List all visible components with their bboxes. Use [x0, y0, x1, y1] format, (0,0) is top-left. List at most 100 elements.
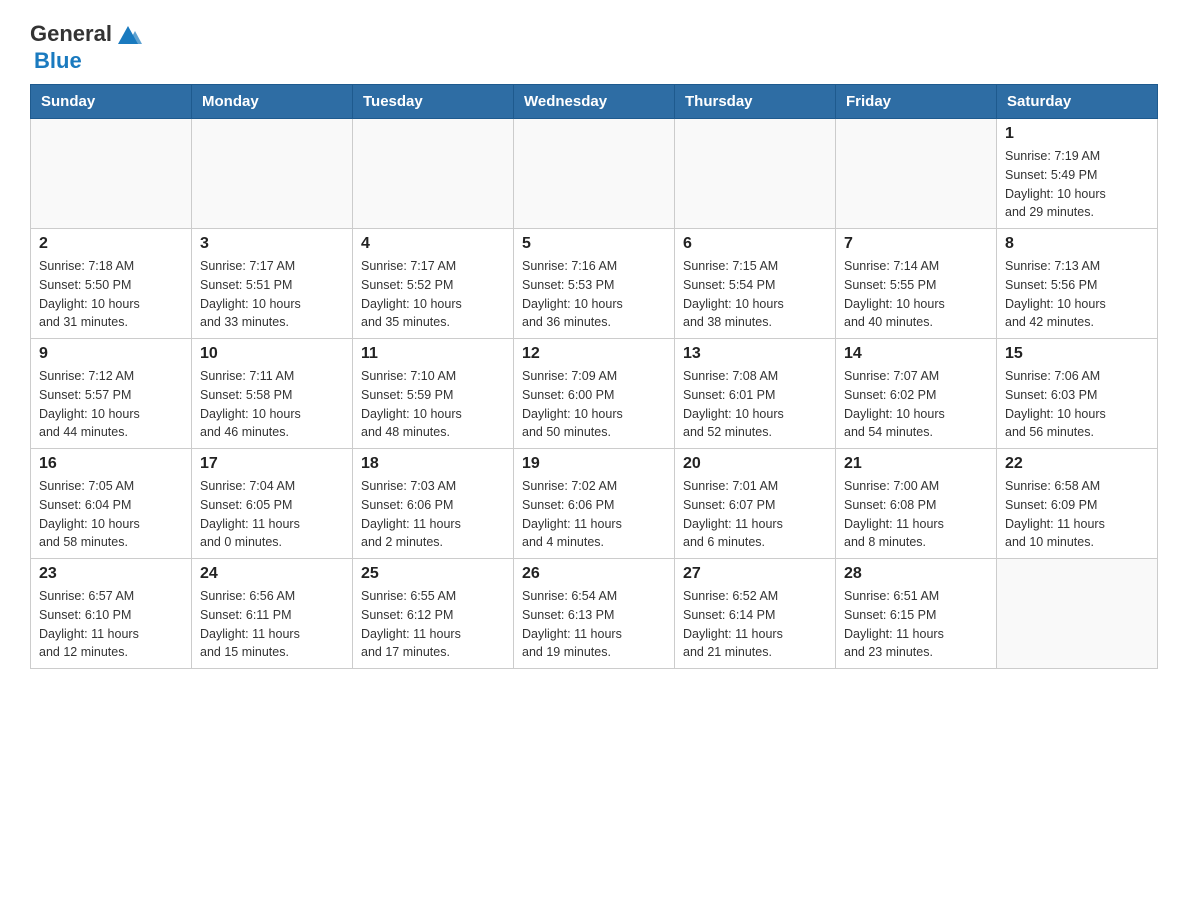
day-info: Sunrise: 6:58 AMSunset: 6:09 PMDaylight:… — [1005, 477, 1149, 552]
day-info: Sunrise: 6:57 AMSunset: 6:10 PMDaylight:… — [39, 587, 183, 662]
day-info: Sunrise: 7:02 AMSunset: 6:06 PMDaylight:… — [522, 477, 666, 552]
day-info: Sunrise: 7:11 AMSunset: 5:58 PMDaylight:… — [200, 367, 344, 442]
day-number: 6 — [683, 235, 827, 253]
week-row-4: 16 Sunrise: 7:05 AMSunset: 6:04 PMDayligh… — [31, 449, 1158, 559]
day-number: 7 — [844, 235, 988, 253]
day-info: Sunrise: 7:15 AMSunset: 5:54 PMDaylight:… — [683, 257, 827, 332]
day-info: Sunrise: 7:08 AMSunset: 6:01 PMDaylight:… — [683, 367, 827, 442]
day-info: Sunrise: 7:03 AMSunset: 6:06 PMDaylight:… — [361, 477, 505, 552]
calendar-cell — [997, 559, 1158, 669]
logo: General Blue — [30, 20, 142, 74]
calendar-cell: 27 Sunrise: 6:52 AMSunset: 6:14 PMDayligh… — [675, 559, 836, 669]
calendar-cell: 8 Sunrise: 7:13 AMSunset: 5:56 PMDaylight… — [997, 229, 1158, 339]
day-number: 1 — [1005, 125, 1149, 143]
day-info: Sunrise: 7:06 AMSunset: 6:03 PMDaylight:… — [1005, 367, 1149, 442]
day-info: Sunrise: 7:18 AMSunset: 5:50 PMDaylight:… — [39, 257, 183, 332]
day-info: Sunrise: 6:52 AMSunset: 6:14 PMDaylight:… — [683, 587, 827, 662]
week-row-2: 2 Sunrise: 7:18 AMSunset: 5:50 PMDaylight… — [31, 229, 1158, 339]
week-row-5: 23 Sunrise: 6:57 AMSunset: 6:10 PMDayligh… — [31, 559, 1158, 669]
calendar-cell: 21Sunrise: 7:00 AMSunset: 6:08 PMDayligh… — [836, 449, 997, 559]
day-info: Sunrise: 6:54 AMSunset: 6:13 PMDaylight:… — [522, 587, 666, 662]
day-info: Sunrise: 7:17 AMSunset: 5:51 PMDaylight:… — [200, 257, 344, 332]
day-number: 27 — [683, 565, 827, 583]
calendar-cell: 2 Sunrise: 7:18 AMSunset: 5:50 PMDaylight… — [31, 229, 192, 339]
day-info: Sunrise: 7:10 AMSunset: 5:59 PMDaylight:… — [361, 367, 505, 442]
day-number: 17 — [200, 455, 344, 473]
day-number: 2 — [39, 235, 183, 253]
calendar-cell: 12 Sunrise: 7:09 AMSunset: 6:00 PMDayligh… — [514, 339, 675, 449]
header-thursday: Thursday — [675, 85, 836, 119]
day-info: Sunrise: 7:14 AMSunset: 5:55 PMDaylight:… — [844, 257, 988, 332]
day-number: 12 — [522, 345, 666, 363]
header-wednesday: Wednesday — [514, 85, 675, 119]
logo-icon — [114, 20, 142, 48]
calendar-cell: 1Sunrise: 7:19 AMSunset: 5:49 PMDaylight… — [997, 119, 1158, 229]
calendar-cell: 4 Sunrise: 7:17 AMSunset: 5:52 PMDaylight… — [353, 229, 514, 339]
calendar-cell: 23 Sunrise: 6:57 AMSunset: 6:10 PMDayligh… — [31, 559, 192, 669]
day-number: 19 — [522, 455, 666, 473]
calendar-cell: 22 Sunrise: 6:58 AMSunset: 6:09 PMDayligh… — [997, 449, 1158, 559]
week-row-1: 1Sunrise: 7:19 AMSunset: 5:49 PMDaylight… — [31, 119, 1158, 229]
header-sunday: Sunday — [31, 85, 192, 119]
calendar-cell: 14 Sunrise: 7:07 AMSunset: 6:02 PMDayligh… — [836, 339, 997, 449]
day-info: Sunrise: 6:56 AMSunset: 6:11 PMDaylight:… — [200, 587, 344, 662]
day-info: Sunrise: 7:16 AMSunset: 5:53 PMDaylight:… — [522, 257, 666, 332]
calendar-cell: 6 Sunrise: 7:15 AMSunset: 5:54 PMDaylight… — [675, 229, 836, 339]
day-number: 8 — [1005, 235, 1149, 253]
day-number: 18 — [361, 455, 505, 473]
day-number: 4 — [361, 235, 505, 253]
calendar-cell — [836, 119, 997, 229]
day-info: Sunrise: 7:17 AMSunset: 5:52 PMDaylight:… — [361, 257, 505, 332]
calendar-cell — [192, 119, 353, 229]
day-number: 22 — [1005, 455, 1149, 473]
header-tuesday: Tuesday — [353, 85, 514, 119]
day-number: 23 — [39, 565, 183, 583]
header-saturday: Saturday — [997, 85, 1158, 119]
day-number: 3 — [200, 235, 344, 253]
day-info: Sunrise: 7:09 AMSunset: 6:00 PMDaylight:… — [522, 367, 666, 442]
logo-general-text: General — [30, 21, 112, 47]
calendar-cell: 25Sunrise: 6:55 AMSunset: 6:12 PMDayligh… — [353, 559, 514, 669]
day-number: 28 — [844, 565, 988, 583]
calendar-cell: 10 Sunrise: 7:11 AMSunset: 5:58 PMDayligh… — [192, 339, 353, 449]
logo-blue-text: Blue — [34, 48, 82, 73]
calendar-cell: 19 Sunrise: 7:02 AMSunset: 6:06 PMDayligh… — [514, 449, 675, 559]
day-info: Sunrise: 6:51 AMSunset: 6:15 PMDaylight:… — [844, 587, 988, 662]
day-info: Sunrise: 7:04 AMSunset: 6:05 PMDaylight:… — [200, 477, 344, 552]
day-number: 5 — [522, 235, 666, 253]
calendar-cell: 20Sunrise: 7:01 AMSunset: 6:07 PMDayligh… — [675, 449, 836, 559]
day-info: Sunrise: 7:00 AMSunset: 6:08 PMDaylight:… — [844, 477, 988, 552]
day-number: 16 — [39, 455, 183, 473]
day-number: 24 — [200, 565, 344, 583]
calendar-cell: 26 Sunrise: 6:54 AMSunset: 6:13 PMDayligh… — [514, 559, 675, 669]
calendar-cell: 18 Sunrise: 7:03 AMSunset: 6:06 PMDayligh… — [353, 449, 514, 559]
day-info: Sunrise: 7:13 AMSunset: 5:56 PMDaylight:… — [1005, 257, 1149, 332]
day-info: Sunrise: 7:12 AMSunset: 5:57 PMDaylight:… — [39, 367, 183, 442]
day-number: 26 — [522, 565, 666, 583]
calendar-cell: 5 Sunrise: 7:16 AMSunset: 5:53 PMDaylight… — [514, 229, 675, 339]
day-info: Sunrise: 7:05 AMSunset: 6:04 PMDaylight:… — [39, 477, 183, 552]
day-number: 13 — [683, 345, 827, 363]
calendar-cell: 9 Sunrise: 7:12 AMSunset: 5:57 PMDaylight… — [31, 339, 192, 449]
calendar-cell — [514, 119, 675, 229]
calendar-cell — [31, 119, 192, 229]
calendar-cell — [675, 119, 836, 229]
day-number: 14 — [844, 345, 988, 363]
calendar-cell: 24 Sunrise: 6:56 AMSunset: 6:11 PMDayligh… — [192, 559, 353, 669]
day-number: 10 — [200, 345, 344, 363]
calendar-table: Sunday Monday Tuesday Wednesday Thursday… — [30, 84, 1158, 669]
calendar-cell: 15Sunrise: 7:06 AMSunset: 6:03 PMDayligh… — [997, 339, 1158, 449]
day-info: Sunrise: 7:07 AMSunset: 6:02 PMDaylight:… — [844, 367, 988, 442]
day-number: 9 — [39, 345, 183, 363]
calendar-cell: 7 Sunrise: 7:14 AMSunset: 5:55 PMDaylight… — [836, 229, 997, 339]
calendar-cell: 16 Sunrise: 7:05 AMSunset: 6:04 PMDayligh… — [31, 449, 192, 559]
page-header: General Blue — [30, 20, 1158, 74]
calendar-cell: 28 Sunrise: 6:51 AMSunset: 6:15 PMDayligh… — [836, 559, 997, 669]
calendar-cell: 13 Sunrise: 7:08 AMSunset: 6:01 PMDayligh… — [675, 339, 836, 449]
calendar-cell: 17 Sunrise: 7:04 AMSunset: 6:05 PMDayligh… — [192, 449, 353, 559]
week-row-3: 9 Sunrise: 7:12 AMSunset: 5:57 PMDaylight… — [31, 339, 1158, 449]
day-number: 20 — [683, 455, 827, 473]
calendar-cell: 11 Sunrise: 7:10 AMSunset: 5:59 PMDayligh… — [353, 339, 514, 449]
day-number: 11 — [361, 345, 505, 363]
calendar-header-row: Sunday Monday Tuesday Wednesday Thursday… — [31, 85, 1158, 119]
